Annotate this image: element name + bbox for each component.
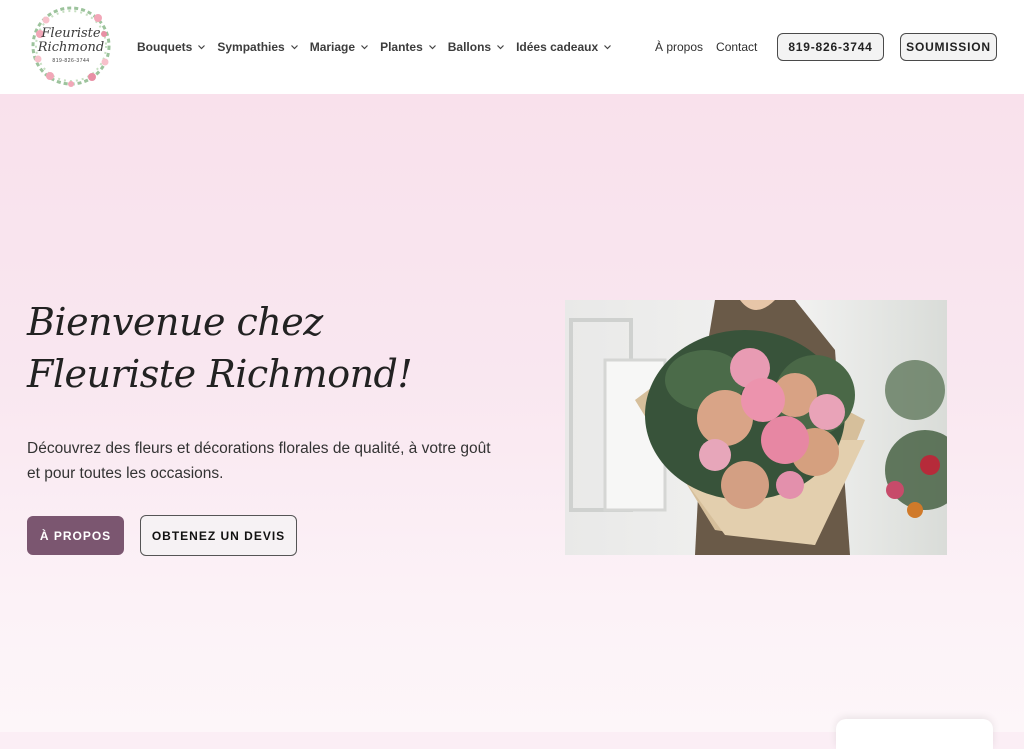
nav-item-label: Ballons [447, 40, 492, 54]
chat-widget[interactable] [836, 719, 993, 749]
chevron-down-icon [604, 44, 612, 50]
chevron-down-icon [361, 44, 368, 50]
hero-title-line1: Bienvenue chez [27, 300, 323, 344]
chevron-down-icon [290, 44, 298, 50]
nav-item-label: Plantes [380, 40, 423, 54]
logo-line1: Fleuriste [41, 25, 101, 41]
logo-text: Fleuriste Richmond 819-826-3744 [28, 4, 114, 88]
get-quote-button[interactable]: OBTENEZ UN DEVIS [140, 515, 297, 556]
hero-description: Découvrez des fleurs et décorations flor… [27, 440, 491, 482]
nav-item-label: Idées cadeaux [516, 40, 599, 54]
chevron-down-icon [497, 44, 505, 50]
nav-item-sympathies[interactable]: Sympathies [217, 38, 298, 56]
submission-button[interactable]: SOUMISSION [900, 33, 997, 61]
nav-link-contact[interactable]: Contact [716, 38, 757, 56]
bouquet-photo [565, 300, 947, 555]
secondary-nav: À propos Contact [655, 38, 770, 56]
nav-item-ballons[interactable]: Ballons [447, 38, 505, 56]
nav-item-mariage[interactable]: Mariage [309, 38, 368, 56]
logo-phone: 819-826-3744 [52, 57, 90, 64]
phone-button[interactable]: 819-826-3744 [777, 33, 884, 61]
logo[interactable]: Fleuriste Richmond 819-826-3744 [28, 4, 114, 88]
site-header: Fleuriste Richmond 819-826-3744 Bouquets… [0, 0, 1024, 94]
nav-item-label: Sympathies [217, 40, 285, 54]
nav-item-idees-cadeaux[interactable]: Idées cadeaux [516, 38, 612, 56]
nav-item-label: Mariage [309, 40, 356, 54]
nav-item-label: Bouquets [137, 40, 193, 54]
nav-link-about[interactable]: À propos [655, 38, 703, 56]
hero-title-line2: Fleuriste Richmond! [27, 352, 413, 396]
hero-title: Bienvenue chez Fleuriste Richmond! [27, 296, 447, 400]
chevron-down-icon [428, 44, 436, 50]
main-nav: Bouquets Sympathies Mariage Plantes Ball… [137, 38, 623, 56]
chevron-down-icon [198, 44, 206, 50]
about-button[interactable]: À PROPOS [27, 516, 124, 555]
logo-line2: Richmond [37, 39, 105, 55]
nav-item-plantes[interactable]: Plantes [380, 38, 436, 56]
nav-item-bouquets[interactable]: Bouquets [137, 38, 206, 56]
